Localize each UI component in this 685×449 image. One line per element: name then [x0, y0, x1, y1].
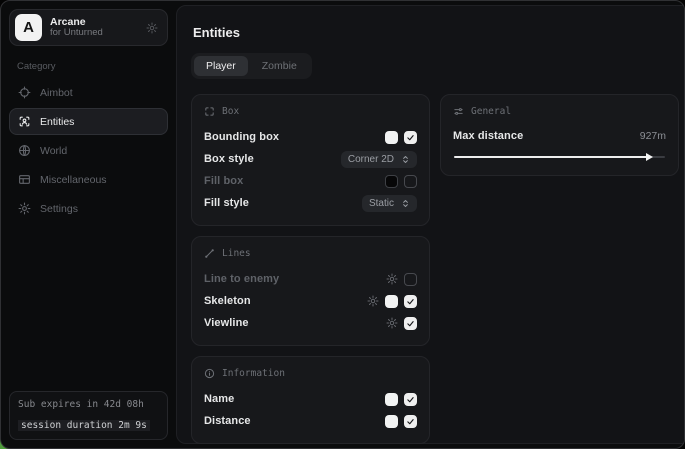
box-style-dropdown[interactable]: Corner 2D — [341, 151, 417, 168]
setting-row-max-distance: Max distance 927m — [453, 126, 666, 146]
sidebar-item-settings[interactable]: Settings — [9, 195, 168, 222]
chevrons-up-down-icon — [401, 155, 410, 164]
chevrons-up-down-icon — [401, 199, 410, 208]
section-title: Box — [222, 106, 239, 117]
line-icon — [204, 248, 215, 259]
screen: A Arcane for Unturned Category Aimbot — [0, 0, 685, 449]
brand-logo: A — [15, 14, 42, 41]
slider-thumb[interactable] — [646, 153, 653, 161]
subscription-status-card: Sub expires in 42d 08h session duration … — [9, 391, 168, 440]
general-section: General Max distance 927m — [440, 94, 679, 176]
globe-icon — [18, 144, 31, 157]
brand-subtitle: for Unturned — [50, 28, 138, 39]
setting-row-fill-box: Fill box — [204, 170, 417, 192]
tab-zombie[interactable]: Zombie — [250, 56, 309, 76]
sidebar-item-label: World — [40, 145, 67, 157]
fill-box-color-swatch[interactable] — [385, 175, 398, 188]
session-duration-text: session duration 2m 9s — [18, 420, 150, 431]
app-window: A Arcane for Unturned Category Aimbot — [0, 0, 685, 449]
lines-section: Lines Line to enemy — [191, 236, 430, 346]
distance-color-swatch[interactable] — [385, 415, 398, 428]
category-label: Category — [17, 61, 168, 72]
line-to-enemy-checkbox[interactable] — [404, 273, 417, 286]
max-distance-value: 927m — [640, 130, 666, 142]
skeleton-color-swatch[interactable] — [385, 295, 398, 308]
sidebar-item-label: Miscellaneous — [40, 174, 107, 186]
skeleton-checkbox[interactable] — [404, 295, 417, 308]
setting-row-fill-style: Fill style Static — [204, 192, 417, 214]
brand-gear-icon[interactable] — [146, 22, 158, 34]
tab-bar: Player Zombie — [191, 53, 312, 79]
distance-checkbox[interactable] — [404, 415, 417, 428]
crosshair-icon — [18, 86, 31, 99]
bounding-box-checkbox[interactable] — [404, 131, 417, 144]
setting-row-bounding-box: Bounding box — [204, 126, 417, 148]
info-icon — [204, 368, 215, 379]
entities-scan-icon — [18, 115, 31, 128]
bounding-box-color-swatch[interactable] — [385, 131, 398, 144]
information-section: Information Name D — [191, 356, 430, 444]
sidebar-item-entities[interactable]: Entities — [9, 108, 168, 135]
section-title: Lines — [222, 248, 251, 259]
sub-expiry-text: Sub expires in 42d 08h — [18, 399, 159, 410]
sidebar: A Arcane for Unturned Category Aimbot — [1, 1, 176, 448]
brand-card: A Arcane for Unturned — [9, 9, 168, 46]
sidebar-item-miscellaneous[interactable]: Miscellaneous — [9, 166, 168, 193]
sidebar-item-aimbot[interactable]: Aimbot — [9, 79, 168, 106]
box-corners-icon — [204, 106, 215, 117]
tab-player[interactable]: Player — [194, 56, 248, 76]
setting-row-name: Name — [204, 388, 417, 410]
setting-row-distance: Distance — [204, 410, 417, 432]
sidebar-item-label: Aimbot — [40, 87, 73, 99]
sliders-icon — [453, 106, 464, 117]
table-icon — [18, 173, 31, 186]
sidebar-item-label: Settings — [40, 203, 78, 215]
setting-row-box-style: Box style Corner 2D — [204, 148, 417, 170]
setting-row-line-to-enemy: Line to enemy — [204, 268, 417, 290]
slider-fill — [454, 156, 648, 158]
box-section: Box Bounding box B — [191, 94, 430, 226]
name-color-swatch[interactable] — [385, 393, 398, 406]
gear-icon — [18, 202, 31, 215]
setting-row-skeleton: Skeleton — [204, 290, 417, 312]
skeleton-gear-icon[interactable] — [367, 295, 379, 307]
name-checkbox[interactable] — [404, 393, 417, 406]
viewline-gear-icon[interactable] — [386, 317, 398, 329]
fill-box-checkbox[interactable] — [404, 175, 417, 188]
sidebar-item-world[interactable]: World — [9, 137, 168, 164]
page-title: Entities — [193, 25, 679, 40]
setting-row-viewline: Viewline — [204, 312, 417, 334]
main-panel: Entities Player Zombie Box — [176, 5, 685, 444]
section-title: Information — [222, 368, 285, 379]
max-distance-slider[interactable] — [454, 152, 665, 162]
viewline-checkbox[interactable] — [404, 317, 417, 330]
fill-style-dropdown[interactable]: Static — [362, 195, 417, 212]
line-to-enemy-gear-icon[interactable] — [386, 273, 398, 285]
section-title: General — [471, 106, 511, 117]
sidebar-item-label: Entities — [40, 116, 74, 128]
